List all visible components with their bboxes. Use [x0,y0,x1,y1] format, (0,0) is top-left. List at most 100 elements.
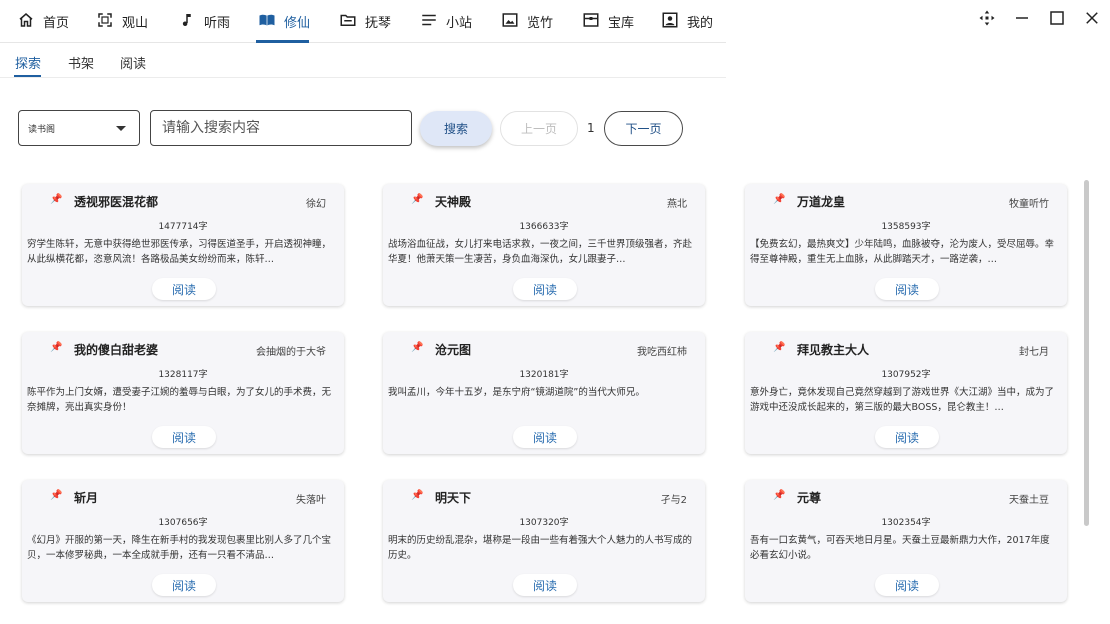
book-icon [258,11,276,33]
book-description: 意外身亡，竟休发现自己竟然穿越到了游戏世界《大江湖》当中，成为了游戏中还没成长起… [750,387,1055,413]
nav-item-fuqin[interactable]: 抚琴 [339,0,391,43]
book-author: 徐幻 [306,199,326,210]
book-title: 明天下 [435,491,472,505]
book-description: 明末的历史纷乱混杂，堪称是一段由一些有着强大个人魅力的人书写成的历史。 [388,535,693,561]
book-word-count: 1328117字 [158,370,208,380]
book-description: 《幻月》开服的第一天，降生在新手村的我发现包裹里比别人多了几个宝贝，一本修罗秘典… [27,535,332,561]
book-description: 穷学生陈轩，无意中获得绝世邪医传承，习得医道圣手，开启透视神瞳，从此纵横花都，恣… [27,239,332,265]
nav-item-xiaozhan[interactable]: 小站 [420,0,472,43]
book-title: 斩月 [74,491,99,505]
pin-icon: 📌 [50,194,63,205]
book-description: 陈平作为上门女婿，遭受妻子江婉的羞辱与白眼，为了女儿的手术费，无奈摊牌，亮出真实… [27,387,332,413]
nav-item-label: 修仙 [284,16,311,31]
close-icon[interactable] [1081,8,1103,28]
caret-down-icon [116,126,126,131]
nav-item-guanshan[interactable]: 观山 [96,0,148,43]
tab-bookshelf[interactable]: 书架 [68,53,94,72]
home-icon [17,11,35,33]
read-button[interactable]: 阅读 [513,426,577,448]
book-title: 透视邪医混花都 [74,195,159,209]
nav-item-label: 抚琴 [365,16,392,31]
book-author: 牧童听竹 [1009,199,1049,210]
book-word-count: 1320181字 [519,370,569,380]
book-card[interactable]: 📌 万道龙皇 牧童听竹 1358593字 【免费玄幻，最热爽文】少年陆鸣，血脉被… [745,184,1067,306]
nav-item-tingyu[interactable]: 听雨 [178,0,230,43]
source-select[interactable]: 读书阁 [18,110,140,146]
person-icon [661,11,679,33]
book-author: 燕北 [667,199,687,210]
read-button[interactable]: 阅读 [875,278,939,300]
pin-icon: 📌 [411,194,424,205]
book-card[interactable]: 📌 透视邪医混花都 徐幻 1477714字 穷学生陈轩，无意中获得绝世邪医传承，… [22,184,344,306]
book-card[interactable]: 📌 天神殿 燕北 1366633字 战场浴血征战，女儿打来电话求救，一夜之间，三… [383,184,705,306]
search-button[interactable]: 搜索 [420,111,492,146]
read-button[interactable]: 阅读 [152,426,216,448]
tab-divider [0,77,726,78]
minimize-icon[interactable] [1011,8,1033,28]
read-button[interactable]: 阅读 [152,574,216,596]
nav-item-lanzhu[interactable]: 览竹 [501,0,553,43]
nav-item-label: 小站 [446,16,473,31]
tab-reading[interactable]: 阅读 [120,53,146,72]
book-title: 沧元图 [435,343,472,357]
read-button[interactable]: 阅读 [152,278,216,300]
music-note-icon [178,11,196,33]
pin-icon: 📌 [411,342,424,353]
nav-item-baoku[interactable]: 宝库 [582,0,634,43]
source-select-value: 读书阁 [28,124,56,135]
book-title: 元尊 [797,491,822,505]
read-button[interactable]: 阅读 [875,426,939,448]
move-icon[interactable] [976,8,998,28]
search-input[interactable] [150,110,412,146]
book-description: 吾有一口玄黄气，可吞天地日月星。天蚕土豆最新鼎力大作，2017年度必看玄幻小说。 [750,535,1050,561]
book-word-count: 1307656字 [158,518,208,528]
book-card[interactable]: 📌 斩月 失落叶 1307656字 《幻月》开服的第一天，降生在新手村的我发现包… [22,480,344,602]
book-title: 万道龙皇 [797,195,846,209]
read-button[interactable]: 阅读 [513,574,577,596]
book-author: 会抽烟的于大爷 [256,347,326,358]
vertical-scrollbar[interactable] [1084,180,1089,526]
book-card[interactable]: 📌 我的傻白甜老婆 会抽烟的于大爷 1328117字 陈平作为上门女婿，遭受妻子… [22,332,344,454]
nav-item-home[interactable]: 首页 [17,0,69,43]
book-title: 天神殿 [435,195,472,209]
book-description: 【免费玄幻，最热爽文】少年陆鸣，血脉被夺，沦为废人，受尽屈辱。幸得至尊神殿，重生… [750,239,1055,265]
prev-page-button[interactable]: 上一页 [500,111,578,146]
book-description: 战场浴血征战，女儿打来电话求救，一夜之间，三千世界顶级强者，齐赴华夏！他萧天策一… [388,239,693,265]
tab-explore[interactable]: 探索 [15,53,41,72]
pin-icon: 📌 [411,490,424,501]
folder-icon [339,11,357,33]
read-button[interactable]: 阅读 [513,278,577,300]
nav-active-indicator [256,40,309,43]
nav-item-xiuxian[interactable]: 修仙 [258,0,310,43]
maximize-icon[interactable] [1046,8,1068,28]
pin-icon: 📌 [773,490,786,501]
book-word-count: 1477714字 [158,222,208,232]
book-description: 我叫孟川，今年十五岁，是东宁府“镜湖道院”的当代大师兄。 [388,387,645,398]
book-author: 我吃西红柿 [637,347,687,358]
next-page-button[interactable]: 下一页 [604,111,683,146]
fullscreen-icon [96,11,114,33]
page-number: 1 [587,121,595,135]
nav-item-label: 首页 [43,16,70,31]
nav-item-label: 览竹 [527,16,554,31]
pin-icon: 📌 [773,194,786,205]
pin-icon: 📌 [773,342,786,353]
pin-icon: 📌 [50,342,63,353]
nav-item-label: 宝库 [608,16,635,31]
book-author: 失落叶 [296,495,326,506]
book-word-count: 1307320字 [519,518,569,528]
nav-item-mine[interactable]: 我的 [661,0,713,43]
book-title: 拜见教主大人 [797,343,870,357]
book-card[interactable]: 📌 明天下 孑与2 1307320字 明末的历史纷乱混杂，堪称是一段由一些有着强… [383,480,705,602]
book-word-count: 1302354字 [881,518,931,528]
book-author: 孑与2 [660,495,687,506]
book-card[interactable]: 📌 拜见教主大人 封七月 1307952字 意外身亡，竟休发现自己竟然穿越到了游… [745,332,1067,454]
book-title: 我的傻白甜老婆 [74,343,159,357]
book-card[interactable]: 📌 沧元图 我吃西红柿 1320181字 我叫孟川，今年十五岁，是东宁府“镜湖道… [383,332,705,454]
nav-item-label: 观山 [122,16,149,31]
book-word-count: 1366633字 [519,222,569,232]
read-button[interactable]: 阅读 [875,574,939,596]
image-icon [501,11,519,33]
book-author: 封七月 [1019,347,1049,358]
book-card[interactable]: 📌 元尊 天蚕土豆 1302354字 吾有一口玄黄气，可吞天地日月星。天蚕土豆最… [745,480,1067,602]
